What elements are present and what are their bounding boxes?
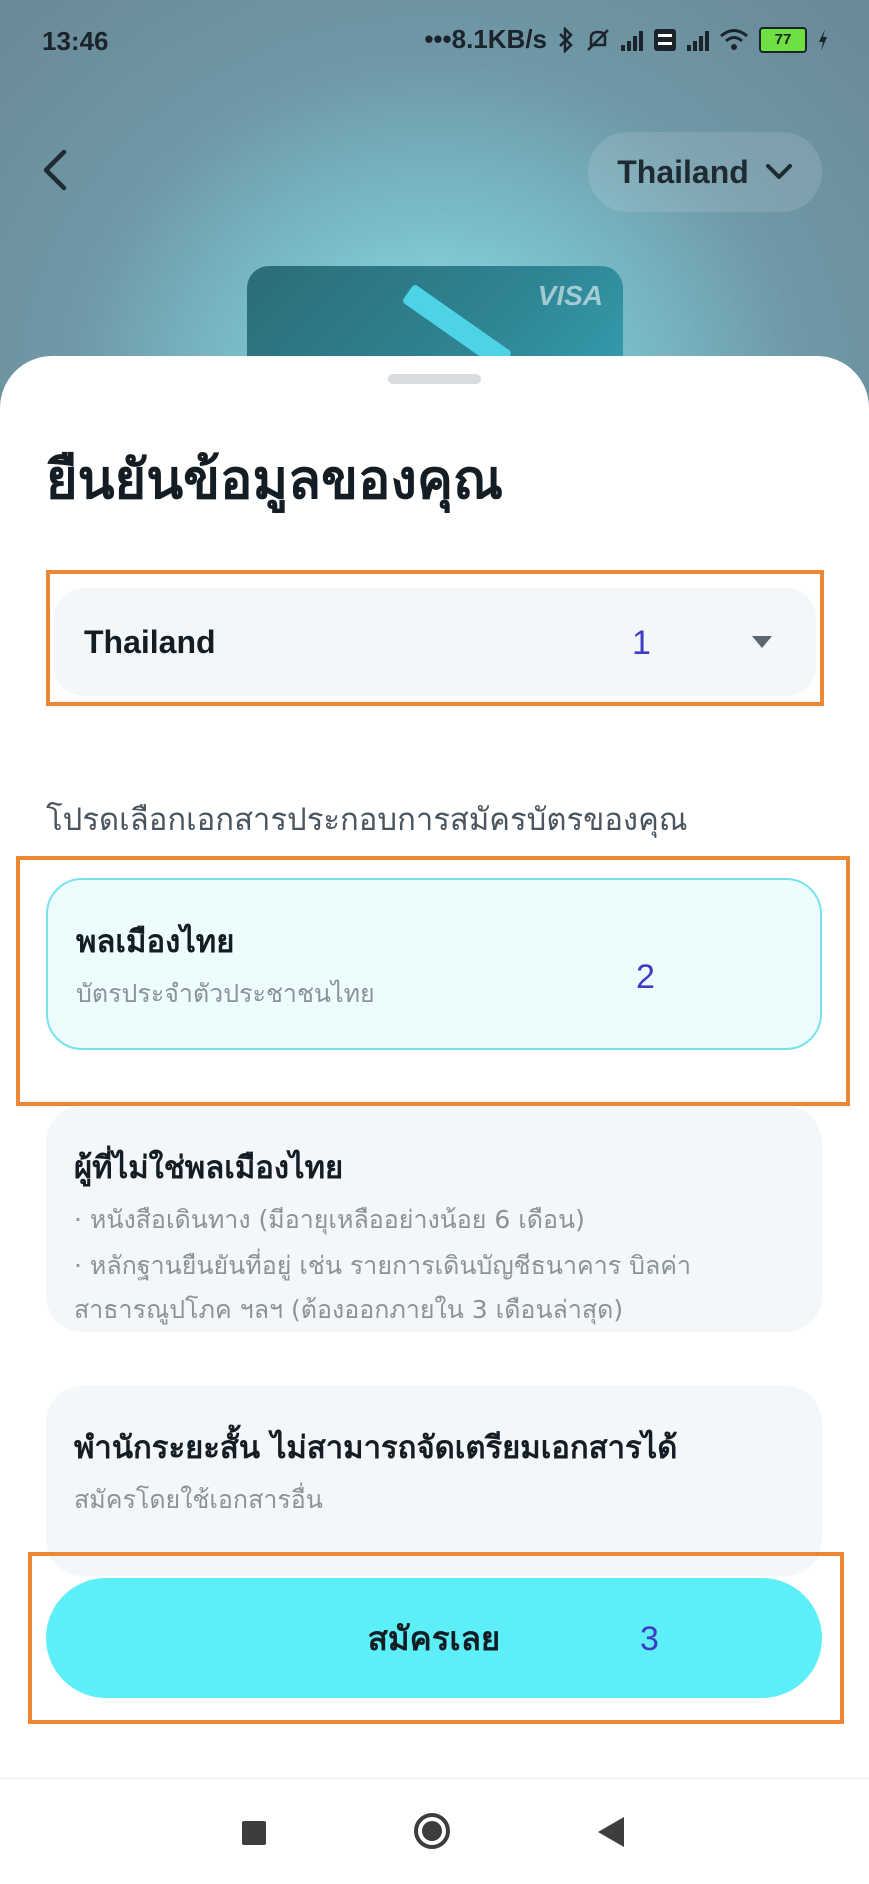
chevron-left-icon[interactable] (36, 146, 76, 194)
sheet-drag-handle[interactable] (388, 374, 481, 384)
option-subtitle: สมัครโดยใช้เอกสารอื่น (74, 1485, 323, 1514)
home-icon[interactable] (414, 1813, 450, 1849)
status-icons: •••8.1KB/s 77 (424, 24, 829, 55)
option-non-thai[interactable]: ผู้ที่ไม่ใช่พลเมืองไทย · หนังสือเดินทาง … (46, 1106, 822, 1332)
document-prompt: โปรดเลือกเอกสารประกอบการสมัครบัตรของคุณ (46, 802, 688, 838)
annotation-box-3 (28, 1552, 844, 1724)
card-brand-logo: VISA (537, 280, 603, 311)
sheet-title: ยืนยันข้อมูลของคุณ (46, 448, 504, 511)
system-nav-bar (0, 1778, 869, 1884)
option-short-stay[interactable]: พำนักระยะสั้น ไม่สามารถจัดเตรียมเอกสารได… (46, 1386, 822, 1576)
annotation-box-1 (46, 570, 824, 706)
status-time: 13:46 (42, 26, 109, 56)
bluetooth-icon (559, 26, 573, 53)
annotation-label-2: 2 (636, 958, 655, 996)
country-selector-label: Thailand (617, 153, 749, 190)
country-selector[interactable]: Thailand (588, 132, 822, 212)
status-bar: 13:46 •••8.1KB/s 77 (0, 0, 869, 80)
chevron-down-icon (765, 164, 792, 179)
annotation-label-1: 1 (632, 624, 651, 662)
option-title: ผู้ที่ไม่ใช่พลเมืองไทย (74, 1150, 344, 1186)
network-speed: •••8.1KB/s (424, 24, 547, 54)
annotation-box-2 (16, 856, 850, 1106)
wifi-icon (720, 28, 748, 50)
option-requirement-passport: · หนังสือเดินทาง (มีอายุเหลืออย่างน้อย 6… (74, 1205, 585, 1234)
option-requirement-address: · หลักฐานยืนยันที่อยู่ เช่น รายการเดินบั… (74, 1251, 692, 1324)
annotation-label-3: 3 (640, 1620, 659, 1658)
battery-icon: 77 (759, 26, 807, 53)
mute-icon (587, 28, 609, 51)
recents-icon[interactable] (242, 1821, 266, 1845)
option-title: พำนักระยะสั้น ไม่สามารถจัดเตรียมเอกสารได… (74, 1430, 678, 1466)
volte-icon (654, 28, 676, 51)
signal-icon-2 (687, 29, 709, 51)
charging-icon (819, 28, 827, 51)
signal-icon (621, 29, 643, 51)
back-triangle-icon[interactable] (598, 1817, 624, 1847)
